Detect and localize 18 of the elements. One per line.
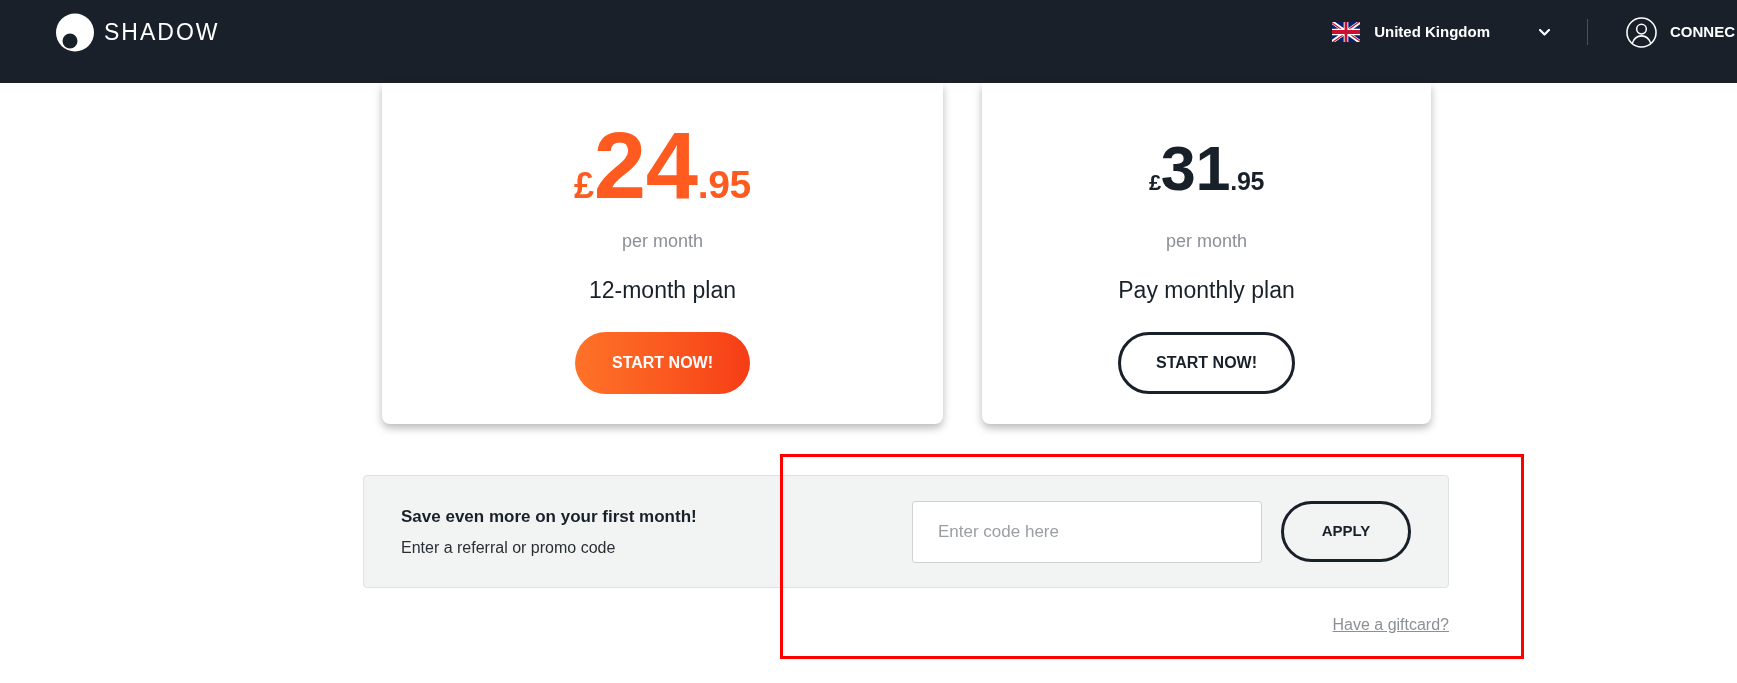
promo-title: Save even more on your first month! <box>401 505 697 528</box>
period-text: per month <box>621 230 703 252</box>
start-button[interactable]: START NOW! <box>1118 332 1295 394</box>
promo-subtitle: Enter a referral or promo code <box>401 537 617 558</box>
plan-name: Pay monthly plan <box>1118 276 1295 304</box>
price-text: £31.95 <box>1148 137 1265 200</box>
user-icon <box>1626 16 1657 48</box>
plan-name: 12-month plan <box>588 276 736 304</box>
logo-text[interactable]: SHADOW <box>104 20 220 44</box>
chevron-down-icon <box>1539 28 1550 36</box>
code-input[interactable]: Enter code here <box>912 500 1262 563</box>
price-text: £24.95 <box>574 119 751 213</box>
apply-button[interactable]: APPLY <box>1281 501 1411 562</box>
period-text: per month <box>1165 230 1247 252</box>
country-selector[interactable]: United Kingdom <box>1332 20 1550 44</box>
uk-flag-icon <box>1332 22 1361 42</box>
account-button[interactable]: CONNEC <box>1626 16 1735 48</box>
logo-icon[interactable] <box>56 12 94 52</box>
